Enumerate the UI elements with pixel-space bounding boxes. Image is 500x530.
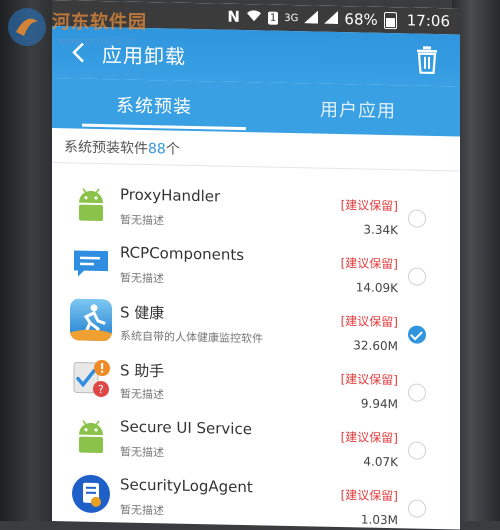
- app-name: RCPComponents: [120, 243, 245, 265]
- keep-recommendation-tag: [建议保留]: [340, 198, 398, 214]
- message-bubble-icon: [70, 240, 112, 284]
- notification-n-icon: N: [227, 7, 240, 26]
- app-row-securitylogagent[interactable]: SecurityLogAgent 暂无描述 [建议保留] 1.03M: [52, 464, 460, 530]
- select-radio[interactable]: [408, 441, 426, 460]
- app-row-proxyhandler[interactable]: ProxyHandler 暂无描述 [建议保留] 3.34K: [52, 174, 460, 241]
- app-size: 1.03M: [360, 512, 398, 528]
- app-description: 暂无描述: [120, 387, 164, 402]
- divider: [52, 162, 460, 172]
- summary-count: 88: [148, 141, 166, 158]
- network-type: 3G: [284, 12, 299, 24]
- summary-suffix: 个: [165, 141, 180, 158]
- app-name: S 助手: [120, 361, 165, 381]
- keep-recommendation-tag: [建议保留]: [340, 488, 398, 504]
- app-row-rcpcomponents[interactable]: RCPComponents 暂无描述 [建议保留] 14.09K: [52, 232, 460, 299]
- select-radio-checked[interactable]: [408, 325, 426, 344]
- signal-icon-2: [324, 10, 339, 28]
- clock: 17:06: [406, 11, 450, 31]
- select-radio[interactable]: [408, 383, 426, 402]
- battery-icon: [383, 11, 397, 29]
- sim-indicator: 1: [267, 11, 279, 25]
- select-radio[interactable]: [408, 209, 426, 228]
- trash-icon[interactable]: [414, 46, 440, 75]
- select-radio[interactable]: [408, 267, 426, 286]
- app-description: 暂无描述: [120, 445, 164, 460]
- app-row-secure-ui-service[interactable]: Secure UI Service 暂无描述 [建议保留] 4.07K: [52, 406, 460, 473]
- app-name: Secure UI Service: [120, 417, 252, 439]
- app-size: 14.09K: [355, 280, 398, 296]
- battery-percent: 68%: [344, 10, 378, 29]
- wifi-icon: [246, 8, 262, 26]
- site-watermark: 河东软件园 www.pc0359.cn: [0, 0, 160, 56]
- tab-user-apps[interactable]: 用户应用: [256, 82, 460, 136]
- keep-recommendation-tag: [建议保留]: [340, 430, 398, 446]
- app-row-s-assistant[interactable]: ? S 助手 暂无描述 [建议保留] 9.94M: [52, 348, 460, 415]
- keep-recommendation-tag: [建议保留]: [340, 372, 398, 388]
- keep-recommendation-tag: [建议保留]: [340, 256, 398, 272]
- phone-screen: N 1 3G 68% 17:06 应用卸载 系统预装 用户应用 系统预装软件88…: [52, 0, 460, 530]
- app-size: 3.34K: [363, 222, 398, 238]
- preinstalled-count-summary: 系统预装软件88个: [64, 136, 180, 158]
- summary-prefix: 系统预装软件: [64, 139, 148, 158]
- app-size: 32.60M: [353, 338, 398, 354]
- app-description: 系统自带的人体健康监控软件: [120, 329, 263, 346]
- android-icon: [70, 182, 112, 226]
- signal-icon: [304, 9, 319, 27]
- watermark-text: 河东软件园: [52, 12, 147, 33]
- app-size: 9.94M: [360, 396, 398, 412]
- tab-bar: 系统预装 用户应用: [52, 78, 460, 137]
- android-icon: [70, 414, 112, 458]
- tab-system-preinstalled[interactable]: 系统预装: [52, 78, 256, 132]
- app-name: SecurityLogAgent: [120, 475, 253, 497]
- app-name: ProxyHandler: [120, 185, 221, 206]
- select-radio[interactable]: [408, 499, 426, 518]
- app-list: ProxyHandler 暂无描述 [建议保留] 3.34K RCPCompon…: [52, 174, 460, 530]
- app-row-s-health[interactable]: S 健康 系统自带的人体健康监控软件 [建议保留] 32.60M: [52, 290, 460, 357]
- s-assistant-icon: ?: [70, 356, 112, 400]
- app-name: S 健康: [120, 303, 165, 323]
- app-description: 暂无描述: [120, 271, 164, 286]
- keep-recommendation-tag: [建议保留]: [340, 314, 398, 330]
- security-log-icon: [70, 472, 112, 516]
- app-description: 暂无描述: [120, 213, 164, 228]
- watermark-logo-icon: [6, 6, 48, 48]
- watermark-url: www.pc0359.cn: [58, 36, 138, 47]
- svg-text:?: ?: [98, 383, 104, 396]
- app-description: 暂无描述: [120, 503, 164, 518]
- device-bezel-left: [0, 0, 58, 521]
- s-health-runner-icon: [70, 298, 112, 342]
- app-size: 4.07K: [363, 454, 398, 470]
